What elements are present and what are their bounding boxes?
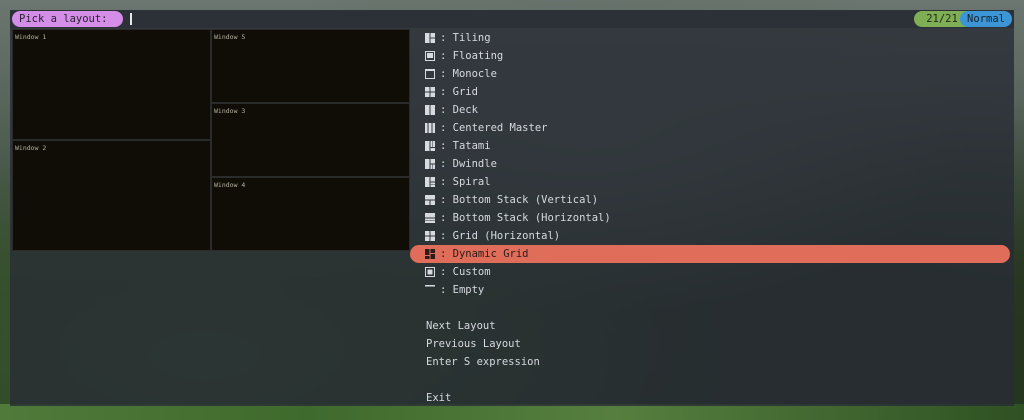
dynamic-grid-icon <box>425 249 435 259</box>
action-enter-s-expression[interactable]: Enter S expression <box>410 353 1010 371</box>
floating-icon <box>425 51 435 61</box>
tiling-icon <box>425 33 435 43</box>
dwindle-icon <box>425 159 435 169</box>
window-label: Window 5 <box>214 33 246 41</box>
preview-window: Window 3 <box>211 103 410 177</box>
window-label: Window 4 <box>214 181 246 189</box>
action-label: Next Layout <box>426 320 496 332</box>
layout-item-grid-horizontal[interactable]: : Grid (Horizontal) <box>410 227 1010 245</box>
spiral-icon <box>425 177 435 187</box>
layout-label: : Grid (Horizontal) <box>440 230 561 242</box>
preview-window: Window 2 <box>12 140 211 251</box>
monocle-icon <box>425 69 435 79</box>
layout-preview: Window 1 Window 2 Window 5 Window 3 Wind… <box>12 29 410 251</box>
layout-label: : Floating <box>440 50 504 62</box>
centered-master-icon <box>425 123 435 133</box>
layout-label: : Tatami <box>440 140 491 152</box>
action-label: Enter S expression <box>426 356 540 368</box>
tatami-icon <box>425 141 435 151</box>
layout-label: : Dynamic Grid <box>440 248 529 260</box>
grid-icon <box>425 87 435 97</box>
layout-item-bottom-stack-horizontal[interactable]: : Bottom Stack (Horizontal) <box>410 209 1010 227</box>
text-cursor[interactable] <box>130 13 132 25</box>
layout-item-empty[interactable]: : Empty <box>410 281 1010 299</box>
empty-icon <box>425 285 435 287</box>
layout-label: : Bottom Stack (Horizontal) <box>440 212 611 224</box>
layout-label: : Grid <box>440 86 478 98</box>
layout-item-floating[interactable]: : Floating <box>410 47 1010 65</box>
layout-item-spiral[interactable]: : Spiral <box>410 173 1010 191</box>
preview-window: Window 4 <box>211 177 410 251</box>
action-exit[interactable]: Exit <box>410 389 1010 407</box>
layout-label: : Tiling <box>440 32 491 44</box>
layout-item-tatami[interactable]: : Tatami <box>410 137 1010 155</box>
layout-item-custom[interactable]: : Custom <box>410 263 1010 281</box>
deck-icon <box>425 105 435 115</box>
layout-item-centered-master[interactable]: : Centered Master <box>410 119 1010 137</box>
preview-window: Window 1 <box>12 29 211 140</box>
layout-label: : Dwindle <box>440 158 497 170</box>
mode-badge: Normal <box>960 11 1012 27</box>
bottom-stack-vertical-icon <box>425 195 435 205</box>
grid-horizontal-icon <box>425 231 435 241</box>
bottom-stack-horizontal-icon <box>425 213 435 223</box>
layout-label: : Monocle <box>440 68 497 80</box>
layout-label: : Centered Master <box>440 122 548 134</box>
layout-item-deck[interactable]: : Deck <box>410 101 1010 119</box>
layout-item-dwindle[interactable]: : Dwindle <box>410 155 1010 173</box>
layout-label: : Bottom Stack (Vertical) <box>440 194 599 206</box>
action-next-layout[interactable]: Next Layout <box>410 317 1010 335</box>
action-label: Previous Layout <box>426 338 521 350</box>
action-previous-layout[interactable]: Previous Layout <box>410 335 1010 353</box>
layout-label: : Empty <box>440 284 485 296</box>
layout-item-monocle[interactable]: : Monocle <box>410 65 1010 83</box>
preview-window: Window 5 <box>211 29 410 103</box>
window-label: Window 1 <box>15 33 47 41</box>
action-label: Exit <box>426 392 452 404</box>
layout-item-bottom-stack-vertical[interactable]: : Bottom Stack (Vertical) <box>410 191 1010 209</box>
prompt-bar: Pick a layout: 21/21 Normal <box>10 10 1014 28</box>
window-label: Window 2 <box>15 144 47 152</box>
layout-list: : Tiling : Floating : Monocle : Grid : D… <box>410 29 1012 404</box>
custom-icon <box>425 267 435 277</box>
prompt-label: Pick a layout: <box>12 11 123 27</box>
layout-picker-panel: Pick a layout: 21/21 Normal Window 1 Win… <box>10 10 1014 406</box>
window-label: Window 3 <box>214 107 246 115</box>
layout-label: : Spiral <box>440 176 491 188</box>
layout-item-grid[interactable]: : Grid <box>410 83 1010 101</box>
layout-item-dynamic-grid[interactable]: : Dynamic Grid <box>410 245 1010 263</box>
layout-label: : Custom <box>440 266 491 278</box>
layout-item-tiling[interactable]: : Tiling <box>410 29 1010 47</box>
layout-label: : Deck <box>440 104 478 116</box>
